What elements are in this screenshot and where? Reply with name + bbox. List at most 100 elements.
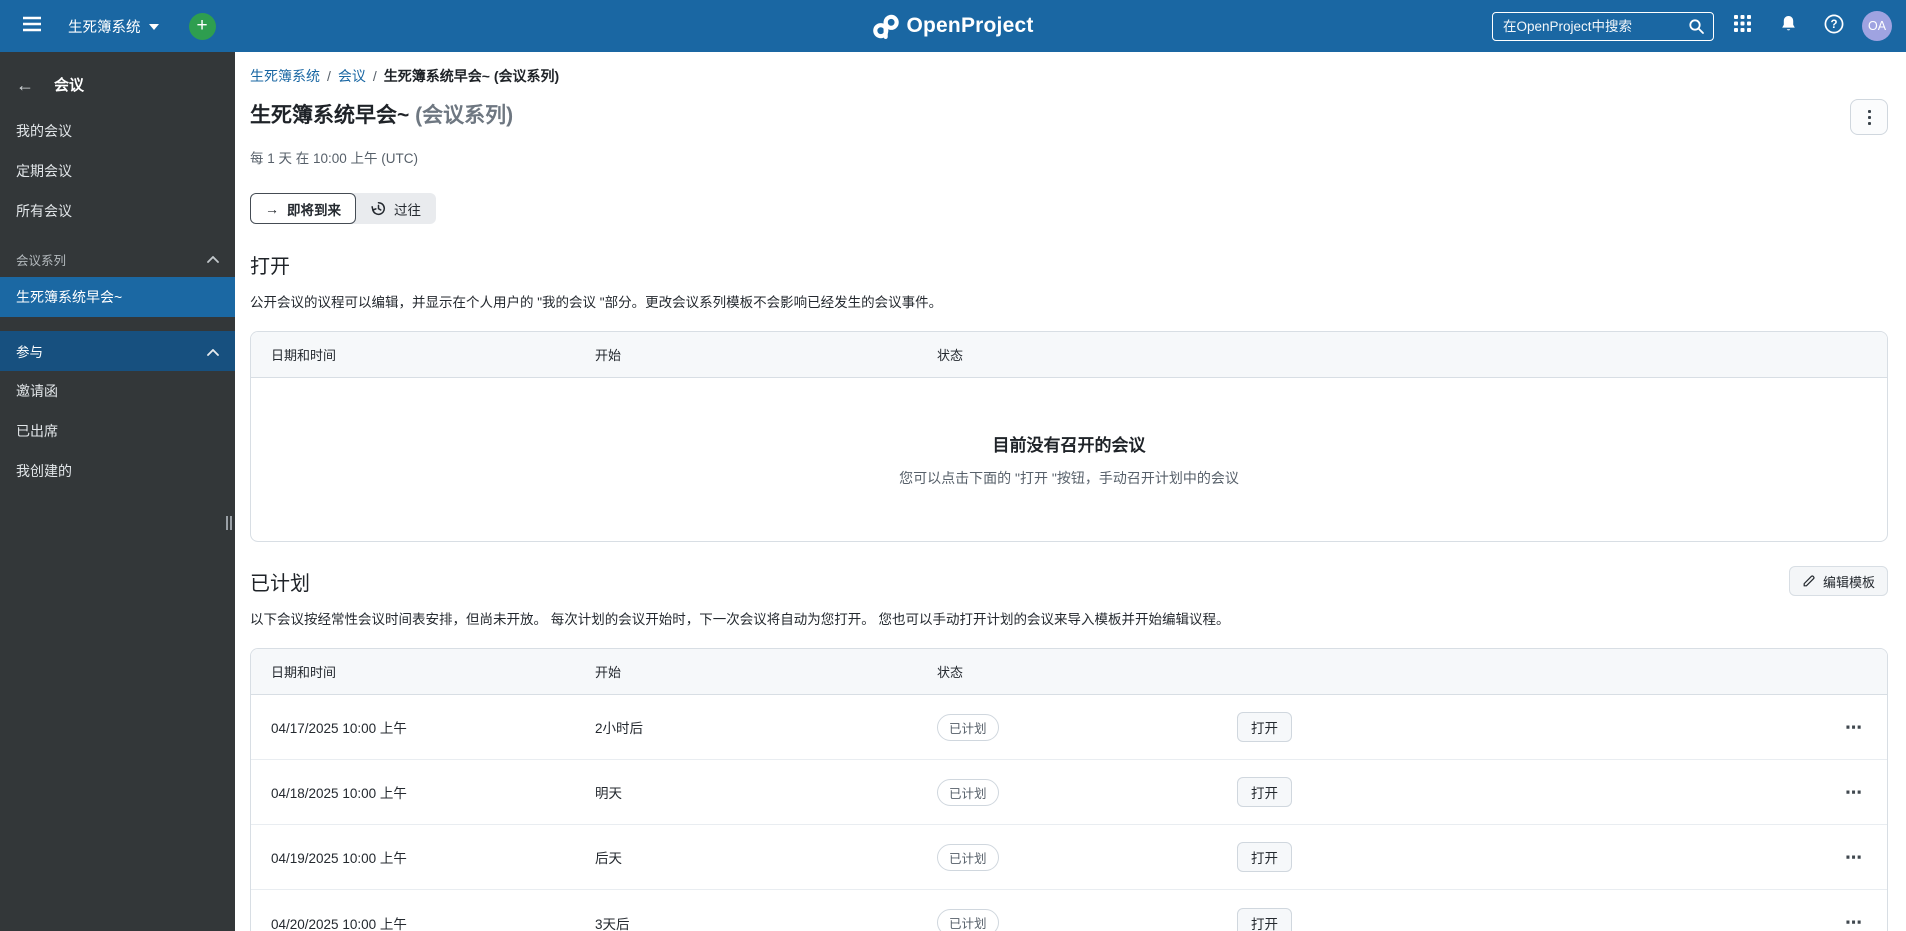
sidebar-item-recurring-meetings[interactable]: 定期会议 — [0, 151, 235, 191]
chevron-up-icon — [207, 252, 219, 266]
cell-datetime: 04/20/2025 10:00 上午 — [271, 916, 407, 931]
sidebar-title: 会议 — [54, 77, 85, 94]
column-header-datetime: 日期和时间 — [271, 665, 337, 680]
sidebar-item-invitations[interactable]: 邀请函 — [0, 371, 235, 411]
breadcrumb: 生死簿系统 / 会议 / 生死簿系统早会~ (会议系列) — [250, 66, 1888, 86]
breadcrumb-link-project[interactable]: 生死簿系统 — [250, 66, 320, 86]
notifications-button[interactable] — [1770, 8, 1806, 44]
status-badge: 已计划 — [937, 843, 999, 871]
table-row: 04/18/2025 10:00 上午 明天 已计划 打开 ⋯ — [251, 760, 1887, 825]
row-more-icon[interactable]: ⋯ — [1845, 914, 1887, 931]
sidebar-section-meeting-series[interactable]: 会议系列 — [0, 241, 235, 277]
tab-label: 过往 — [394, 202, 421, 218]
cell-start: 2小时后 — [595, 721, 644, 736]
modules-menu-button[interactable] — [1724, 8, 1760, 44]
sidebar-item-meeting-series-selected[interactable]: 生死簿系统早会~ — [0, 277, 235, 317]
sidebar-resize-handle[interactable] — [224, 510, 234, 536]
sidebar-section-label: 参与 — [16, 345, 43, 360]
tab-label: 即将到来 — [287, 202, 341, 218]
search-input[interactable] — [1503, 18, 1688, 34]
column-header-start: 开始 — [595, 665, 622, 680]
topbar: 生死簿系统 + OpenProject 在OpenProject中搜索 ? OA — [0, 0, 1906, 52]
sidebar-item-label: 定期会议 — [16, 163, 72, 179]
sidebar-item-all-meetings[interactable]: 所有会议 — [0, 191, 235, 231]
cell-start: 明天 — [595, 786, 622, 801]
open-section-description: 公开会议的议程可以编辑，并显示在个人用户的 "我的会议 "部分。更改会议系列模板… — [250, 295, 943, 310]
page-title: 生死簿系统早会~ (会议系列) — [250, 99, 513, 129]
plus-icon: + — [196, 14, 208, 36]
apps-grid-icon — [1733, 15, 1751, 37]
sidebar-section-involvement[interactable]: 参与 — [0, 331, 235, 371]
user-avatar[interactable]: OA — [1862, 11, 1892, 41]
breadcrumb-current: 生死簿系统早会~ (会议系列) — [383, 68, 560, 84]
project-selector[interactable]: 生死簿系统 — [64, 10, 163, 43]
tab-past[interactable]: 过往 — [356, 193, 436, 224]
arrow-right-icon: → — [265, 200, 279, 217]
pencil-icon — [1802, 574, 1816, 588]
sidebar-item-label: 生死簿系统早会~ — [16, 289, 123, 305]
openproject-logo[interactable]: OpenProject — [872, 13, 1033, 40]
empty-state: 目前没有召开的会议 您可以点击下面的 "打开 "按钮，手动召开计划中的会议 — [251, 378, 1887, 541]
open-meeting-button[interactable]: 打开 — [1237, 907, 1292, 931]
arrow-left-icon: ← — [16, 74, 34, 95]
help-button[interactable]: ? — [1816, 8, 1852, 44]
row-more-icon[interactable]: ⋯ — [1845, 849, 1887, 866]
global-create-button[interactable]: + — [188, 12, 216, 40]
empty-state-title: 目前没有召开的会议 — [992, 436, 1146, 455]
open-meetings-table: 日期和时间 开始 状态 目前没有召开的会议 您可以点击下面的 "打开 "按钮，手… — [250, 331, 1888, 542]
table-row: 04/17/2025 10:00 上午 2小时后 已计划 打开 ⋯ — [251, 695, 1887, 760]
planned-section-description: 以下会议按经常性会议时间表安排，但尚未开放。 每次计划的会议开始时，下一次会议将… — [250, 612, 1230, 627]
sidebar-item-label: 我创建的 — [16, 463, 72, 479]
planned-section-heading: 已计划 — [250, 573, 310, 595]
column-header-status: 状态 — [937, 348, 964, 363]
row-more-icon[interactable]: ⋯ — [1845, 719, 1887, 736]
main-content: 生死簿系统 / 会议 / 生死簿系统早会~ (会议系列) 生死簿系统早会~ (会… — [235, 52, 1906, 931]
clock-history-icon — [371, 201, 386, 216]
status-badge: 已计划 — [937, 778, 999, 806]
breadcrumb-separator: / — [327, 68, 331, 84]
open-meeting-button[interactable]: 打开 — [1237, 777, 1292, 807]
row-more-icon[interactable]: ⋯ — [1845, 784, 1887, 801]
sidebar-item-label: 已出席 — [16, 423, 58, 439]
cell-datetime: 04/17/2025 10:00 上午 — [271, 721, 407, 736]
hamburger-icon — [22, 15, 42, 38]
planned-meetings-table: 日期和时间 开始 状态 04/17/2025 10:00 上午 2小时后 已计划… — [250, 648, 1888, 931]
column-header-start: 开始 — [595, 348, 622, 363]
page-more-actions-button[interactable] — [1850, 99, 1888, 135]
sidebar-item-label: 邀请函 — [16, 383, 58, 399]
page-title-suffix: (会议系列) — [415, 104, 514, 127]
chevron-up-icon — [207, 344, 219, 359]
column-header-datetime: 日期和时间 — [271, 348, 337, 363]
sidebar: ← 会议 我的会议 定期会议 所有会议 会议系列 生死簿系统早会~ 参与 邀请函… — [0, 52, 235, 931]
bell-icon — [1779, 14, 1798, 39]
global-search[interactable] — [1492, 11, 1714, 41]
table-row: 04/20/2025 10:00 上午 3天后 已计划 打开 ⋯ — [251, 890, 1887, 931]
sidebar-item-attended[interactable]: 已出席 — [0, 411, 235, 451]
sidebar-item-my-meetings[interactable]: 我的会议 — [0, 111, 235, 151]
chevron-down-icon — [148, 23, 159, 30]
cell-start: 后天 — [595, 851, 622, 866]
status-badge: 已计划 — [937, 713, 999, 741]
tab-upcoming[interactable]: → 即将到来 — [250, 193, 356, 224]
edit-template-button[interactable]: 编辑模板 — [1788, 566, 1888, 596]
openproject-logo-text: OpenProject — [906, 14, 1034, 37]
sidebar-item-created-by-me[interactable]: 我创建的 — [0, 451, 235, 491]
back-button[interactable]: ← — [16, 76, 34, 94]
hamburger-menu-button[interactable] — [14, 8, 50, 44]
openproject-logo-icon — [872, 13, 899, 40]
open-section-heading: 打开 — [250, 256, 290, 278]
breadcrumb-separator: / — [372, 68, 377, 84]
open-meeting-button[interactable]: 打开 — [1237, 712, 1292, 742]
open-meeting-button[interactable]: 打开 — [1237, 842, 1292, 872]
empty-state-subtitle: 您可以点击下面的 "打开 "按钮，手动召开计划中的会议 — [899, 470, 1239, 486]
help-icon: ? — [1823, 13, 1845, 40]
project-selector-label: 生死簿系统 — [68, 19, 141, 36]
column-header-status: 状态 — [937, 665, 964, 680]
avatar-initials: OA — [1867, 19, 1887, 33]
cell-datetime: 04/19/2025 10:00 上午 — [271, 851, 407, 866]
search-icon[interactable] — [1688, 18, 1705, 35]
breadcrumb-link-meetings[interactable]: 会议 — [338, 66, 366, 86]
svg-text:?: ? — [1830, 19, 1837, 31]
view-switcher: → 即将到来 过往 — [250, 193, 436, 224]
sidebar-section-label: 会议系列 — [16, 253, 67, 268]
